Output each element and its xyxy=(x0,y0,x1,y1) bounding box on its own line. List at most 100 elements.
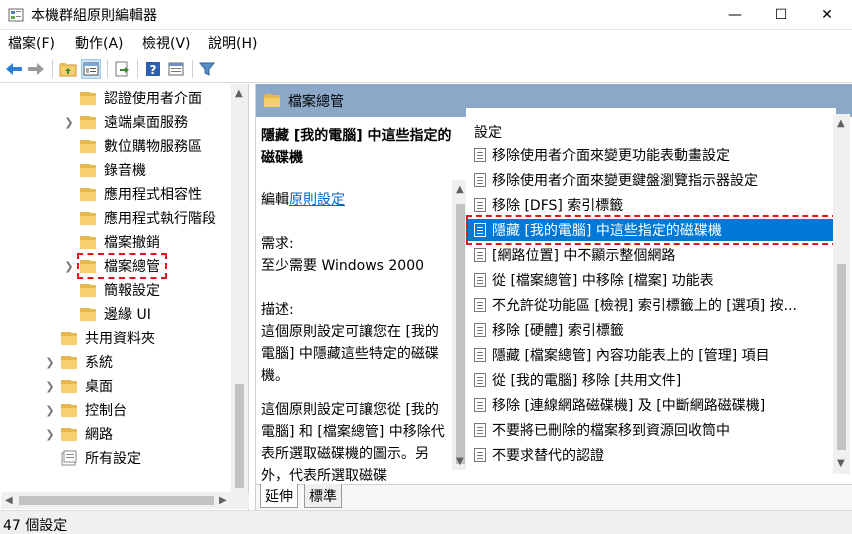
tree-item-label: 系統 xyxy=(85,355,113,371)
title-bar: 本機群組原則編輯器 — ☐ ✕ xyxy=(0,0,852,30)
folder-icon xyxy=(80,235,96,249)
list-column-header[interactable]: 設定 xyxy=(474,122,502,142)
list-item-label: 移除使用者介面來變更鍵盤瀏覽指示器設定 xyxy=(492,173,758,189)
list-item[interactable]: 從 [檔案總管] 中移除 [檔案] 功能表 xyxy=(466,269,836,291)
scroll-thumb[interactable] xyxy=(456,204,465,464)
scroll-up-icon[interactable]: ▲ xyxy=(235,88,243,99)
scroll-left-icon[interactable]: ◀ xyxy=(5,495,13,506)
tree-pane: 認證使用者介面 ❯ 遠端桌面服務 數位購物服務區 錄音機 應用程式相容性 應用程… xyxy=(1,84,249,510)
tree-item[interactable]: 錄音機 xyxy=(80,159,146,181)
selection-highlight xyxy=(466,215,838,245)
tree-item[interactable]: ❯ 系統 xyxy=(45,351,113,373)
edit-prefix: 編輯 xyxy=(261,192,289,208)
folder-icon xyxy=(80,283,96,297)
gpedit-app-icon xyxy=(8,7,24,23)
chevron-right-icon[interactable]: ❯ xyxy=(45,380,55,393)
settings-list: 設定 移除使用者介面來變更功能表動畫設定 移除使用者介面來變更鍵盤瀏覽指示器設定… xyxy=(466,108,836,474)
edit-policy-line: 編輯原則設定 xyxy=(261,189,461,211)
tab-extended[interactable]: 延伸 xyxy=(260,484,298,508)
list-item[interactable]: 移除 [連線網路磁碟機] 及 [中斷網路磁碟機] xyxy=(466,394,836,416)
policy-doc-icon xyxy=(474,273,486,287)
tree-horizontal-scrollbar[interactable]: ◀ ▶ xyxy=(1,492,249,509)
tree-item-label: 應用程式執行階段 xyxy=(104,211,216,227)
list-item-label: 移除 [硬體] 索引標籤 xyxy=(492,323,624,339)
tree-item[interactable]: ❯ 遠端桌面服務 xyxy=(64,111,188,133)
tree-item-label: 檔案撤銷 xyxy=(104,235,160,251)
forward-arrow-icon[interactable] xyxy=(26,59,46,79)
policy-settings-link[interactable]: 原則設定 xyxy=(289,192,345,208)
toolbar-separator xyxy=(137,60,138,78)
tree-item[interactable]: 應用程式相容性 xyxy=(80,183,202,205)
tree-item[interactable]: 數位購物服務區 xyxy=(80,135,202,157)
list-item-label: 不要將已刪除的檔案移到資源回收筒中 xyxy=(492,423,730,439)
chevron-right-icon[interactable]: ❯ xyxy=(45,404,55,417)
tree-item-label: 數位購物服務區 xyxy=(104,139,202,155)
tree-item[interactable]: ❯ 桌面 xyxy=(45,375,113,397)
chevron-right-icon[interactable]: ❯ xyxy=(64,260,74,273)
tree-item[interactable]: 應用程式執行階段 xyxy=(80,207,216,229)
menu-view[interactable]: 檢視(V) xyxy=(142,33,191,53)
list-item[interactable]: 移除 [硬體] 索引標籤 xyxy=(466,319,836,341)
export-list-icon[interactable] xyxy=(112,59,132,79)
scroll-thumb[interactable] xyxy=(235,384,244,488)
properties-icon[interactable] xyxy=(166,59,186,79)
back-arrow-icon[interactable] xyxy=(4,59,24,79)
scroll-right-icon[interactable]: ▶ xyxy=(219,495,227,506)
policy-doc-icon xyxy=(474,323,486,337)
close-button[interactable]: ✕ xyxy=(804,0,850,30)
list-item[interactable]: 不允許從功能區 [檢視] 索引標籤上的 [選項] 按... xyxy=(466,294,836,316)
folder-icon xyxy=(61,355,77,369)
tree-item[interactable]: 認證使用者介面 xyxy=(80,87,202,109)
list-item-label: 隱藏 [檔案總管] 內容功能表上的 [管理] 項目 xyxy=(492,348,770,364)
list-item[interactable]: 不要求替代的認證 xyxy=(466,444,836,466)
help-icon[interactable]: ? xyxy=(143,59,163,79)
list-item-label: [網路位置] 中不顯示整個網路 xyxy=(492,248,676,264)
scroll-up-icon[interactable]: ▲ xyxy=(837,118,845,129)
chevron-right-icon[interactable]: ❯ xyxy=(45,428,55,441)
list-item[interactable]: 不要將已刪除的檔案移到資源回收筒中 xyxy=(466,419,836,441)
scroll-thumb[interactable] xyxy=(19,496,214,505)
chevron-right-icon[interactable]: ❯ xyxy=(64,116,74,129)
list-item[interactable]: 從 [我的電腦] 移除 [共用文件] xyxy=(466,369,836,391)
folder-icon xyxy=(61,427,77,441)
tab-standard[interactable]: 標準 xyxy=(304,484,342,508)
requirement-label: 需求: xyxy=(261,236,294,252)
description-paragraph-1: 這個原則設定可讓您在 [我的電腦] 中隱藏這些特定的磁碟機。 xyxy=(261,324,439,384)
tree-item[interactable]: 邊緣 UI xyxy=(80,303,151,325)
scroll-down-icon[interactable]: ▼ xyxy=(837,458,845,469)
setting-title: 隱藏 [我的電腦] 中這些指定的磁碟機 xyxy=(261,128,452,166)
policy-doc-icon xyxy=(474,398,486,412)
policy-doc-icon xyxy=(474,298,486,312)
minimize-button[interactable]: — xyxy=(712,0,758,30)
list-item[interactable]: 移除 [DFS] 索引標籤 xyxy=(466,194,836,216)
show-hide-tree-icon[interactable] xyxy=(81,59,101,79)
list-item-label: 不允許從功能區 [檢視] 索引標籤上的 [選項] 按... xyxy=(492,298,797,314)
selection-highlight xyxy=(77,253,167,279)
scroll-down-icon[interactable]: ▼ xyxy=(456,456,464,467)
list-item[interactable]: 移除使用者介面來變更鍵盤瀏覽指示器設定 xyxy=(466,169,836,191)
menu-action[interactable]: 動作(A) xyxy=(75,33,124,53)
list-item[interactable]: 移除使用者介面來變更功能表動畫設定 xyxy=(466,144,836,166)
tree-item[interactable]: 共用資料夾 xyxy=(61,327,155,349)
tree-item-label: 控制台 xyxy=(85,403,127,419)
tree-vertical-scrollbar[interactable]: ▲ xyxy=(231,84,248,492)
tree-item[interactable]: 簡報設定 xyxy=(80,279,160,301)
list-item[interactable]: [網路位置] 中不顯示整個網路 xyxy=(466,244,836,266)
settings-scrollbar[interactable]: ▲ ▼ xyxy=(833,114,850,474)
tree-item[interactable]: ❯ 網路 xyxy=(45,423,113,445)
tree-item[interactable]: 所有設定 xyxy=(61,447,141,469)
filter-icon[interactable] xyxy=(197,59,217,79)
menu-file[interactable]: 檔案(F) xyxy=(8,33,55,53)
maximize-button[interactable]: ☐ xyxy=(758,0,804,30)
tree-item-label: 共用資料夾 xyxy=(85,331,155,347)
up-folder-icon[interactable] xyxy=(58,59,78,79)
chevron-right-icon[interactable]: ❯ xyxy=(45,356,55,369)
policy-doc-icon xyxy=(474,373,486,387)
tree-item[interactable]: 檔案撤銷 xyxy=(80,231,160,253)
menu-help[interactable]: 說明(H) xyxy=(208,33,257,53)
tree-item[interactable]: ❯ 控制台 xyxy=(45,399,127,421)
folder-icon xyxy=(80,307,96,321)
scroll-up-icon[interactable]: ▲ xyxy=(456,184,464,195)
list-item[interactable]: 隱藏 [檔案總管] 內容功能表上的 [管理] 項目 xyxy=(466,344,836,366)
scroll-thumb[interactable] xyxy=(837,264,846,450)
